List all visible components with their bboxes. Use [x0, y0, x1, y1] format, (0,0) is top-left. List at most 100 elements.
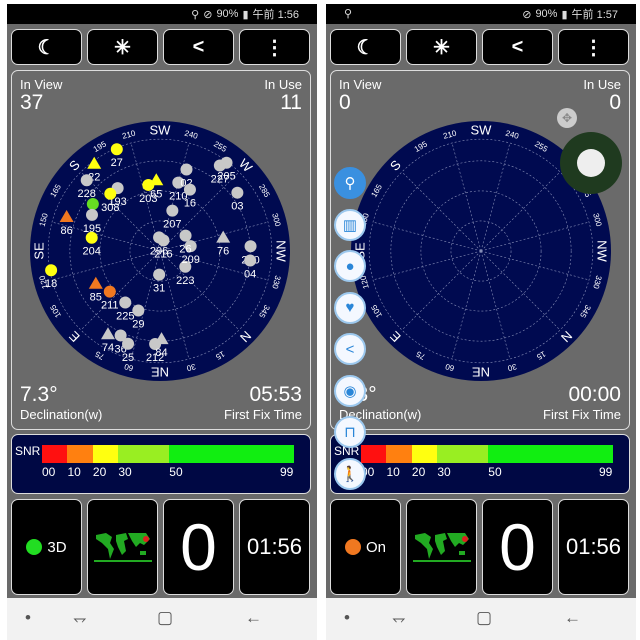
- snr-segment: [118, 445, 170, 463]
- satellite-marker: [213, 159, 226, 172]
- satellite-label: 204: [83, 246, 101, 258]
- speed-tile[interactable]: 0: [163, 499, 234, 595]
- satellite-marker: [80, 174, 93, 187]
- heart-icon: ♥: [345, 299, 355, 316]
- satellite-label: 76: [217, 246, 229, 258]
- clock: 午前 1:56: [252, 9, 299, 21]
- satellite-label: 86: [60, 225, 72, 237]
- dot-icon[interactable]: •: [344, 608, 350, 628]
- more-vertical-button[interactable]: ⋮: [239, 29, 310, 65]
- satellite-label: 308: [101, 202, 119, 214]
- speed-value: 0: [499, 510, 536, 584]
- home-icon[interactable]: ▢: [476, 608, 492, 628]
- satellite-marker: [179, 229, 192, 242]
- sun-button[interactable]: ✳: [87, 29, 158, 65]
- fix-status-label: On: [365, 538, 386, 556]
- recent-apps-icon[interactable]: ⥐: [392, 608, 406, 628]
- battery-icon: ▮: [561, 8, 568, 21]
- pin-icon: ●: [345, 257, 355, 275]
- fix-status-tile[interactable]: On: [330, 499, 401, 595]
- recent-apps-icon[interactable]: ⥐: [73, 608, 87, 628]
- person-location-icon: ⚲: [344, 175, 356, 192]
- sun-icon: ✳: [433, 36, 450, 59]
- speed-value: 0: [180, 510, 217, 584]
- satellite-marker: [244, 254, 257, 267]
- snr-legend: SNR 00 10 20 30 50 99: [330, 434, 630, 494]
- navigation-bar: • ⥐ ▢ ←: [7, 598, 317, 640]
- walk-button[interactable]: 🚶: [334, 457, 366, 490]
- eye-icon: ◉: [343, 382, 357, 400]
- sun-button[interactable]: ✳: [406, 29, 477, 65]
- world-map-tile[interactable]: [406, 499, 477, 595]
- share-button[interactable]: <: [163, 29, 234, 65]
- snr-segment: [361, 445, 387, 463]
- moon-button[interactable]: ☾: [11, 29, 82, 65]
- clock-tile[interactable]: 01:56: [239, 499, 310, 595]
- joystick[interactable]: [560, 132, 622, 194]
- snr-legend: SNR 00 10 20 30 50 99: [11, 434, 311, 494]
- lock-button[interactable]: ⊓: [334, 416, 366, 448]
- satellite-label: 27: [111, 157, 123, 169]
- pin-button[interactable]: ●: [334, 250, 366, 282]
- cardinal-label: NW: [595, 240, 610, 262]
- satellite-marker: [119, 296, 132, 309]
- satellite-marker: [103, 285, 116, 298]
- satellite-marker: [183, 183, 196, 196]
- snr-segment: [42, 445, 68, 463]
- clock-tile[interactable]: 01:56: [558, 499, 629, 595]
- moon-button[interactable]: ☾: [330, 29, 401, 65]
- share-icon: <: [511, 35, 524, 58]
- fix-status-dot: [344, 539, 361, 555]
- status-bar: ⚲ ⊘ 90% ▮ 午前 1:56: [7, 4, 317, 24]
- cardinal-label: SW: [471, 122, 493, 137]
- snr-tick: 50: [488, 465, 502, 479]
- joystick-knob[interactable]: [577, 149, 605, 177]
- satellite-label: 16: [184, 198, 196, 210]
- dot-icon[interactable]: •: [25, 608, 31, 628]
- satellite-unlabeled: [86, 197, 99, 210]
- clock: 午前 1:57: [571, 9, 618, 21]
- more-vertical-icon: ⋮: [583, 36, 604, 59]
- snr-tick: 30: [118, 465, 132, 479]
- back-icon[interactable]: ←: [564, 608, 581, 628]
- satellite-label: 03: [231, 201, 243, 213]
- snr-segment: [67, 445, 93, 463]
- more-vertical-button[interactable]: ⋮: [558, 29, 629, 65]
- speed-tile[interactable]: 0: [482, 499, 553, 595]
- move-handle-icon[interactable]: ✥: [557, 108, 577, 128]
- share-icon: <: [192, 35, 205, 58]
- clock-value: 01:56: [246, 534, 303, 559]
- sky-plot: NNEESESSWWNW1530607510512015016519521024…: [30, 121, 290, 381]
- map-button[interactable]: ▥: [334, 208, 366, 241]
- satellite-label: 65: [150, 188, 162, 200]
- eye-button[interactable]: ◉: [334, 374, 366, 407]
- share-button[interactable]: <: [482, 29, 553, 65]
- world-map-icon: [93, 533, 152, 562]
- satellite-marker: [231, 186, 244, 199]
- satellite-label: 227: [211, 174, 229, 186]
- person-pin-icon: ⚲: [344, 8, 353, 20]
- sky-view-panel: In View 37 In Use 11 7.3° Declination(w) 05:53…: [11, 70, 311, 430]
- battery-percent: 90%: [535, 8, 558, 20]
- fix-status-tile[interactable]: 3D: [11, 499, 82, 595]
- satellite-marker: [153, 268, 166, 281]
- world-map-tile[interactable]: [87, 499, 158, 595]
- snr-segment: [437, 445, 489, 463]
- navigation-bar: • ⥐ ▢ ←: [326, 598, 636, 640]
- cardinal-label: NE: [472, 365, 490, 380]
- snr-tick: 99: [280, 465, 294, 479]
- satellite-marker: [244, 240, 257, 253]
- map-icon: ▥: [342, 216, 358, 234]
- snr-tick: 99: [599, 465, 613, 479]
- back-icon[interactable]: ←: [245, 608, 262, 628]
- heart-button[interactable]: ♥: [334, 291, 366, 324]
- share-button[interactable]: <: [334, 333, 366, 365]
- satellite-label: 209: [181, 254, 199, 266]
- home-icon[interactable]: ▢: [157, 608, 173, 628]
- satellite-marker: [132, 304, 145, 317]
- snr-segment: [169, 445, 294, 463]
- person-location-button[interactable]: ⚲: [334, 167, 366, 199]
- satellite-marker: [85, 208, 98, 221]
- satellite-label: 29: [132, 319, 144, 331]
- snr-scale: [42, 445, 294, 463]
